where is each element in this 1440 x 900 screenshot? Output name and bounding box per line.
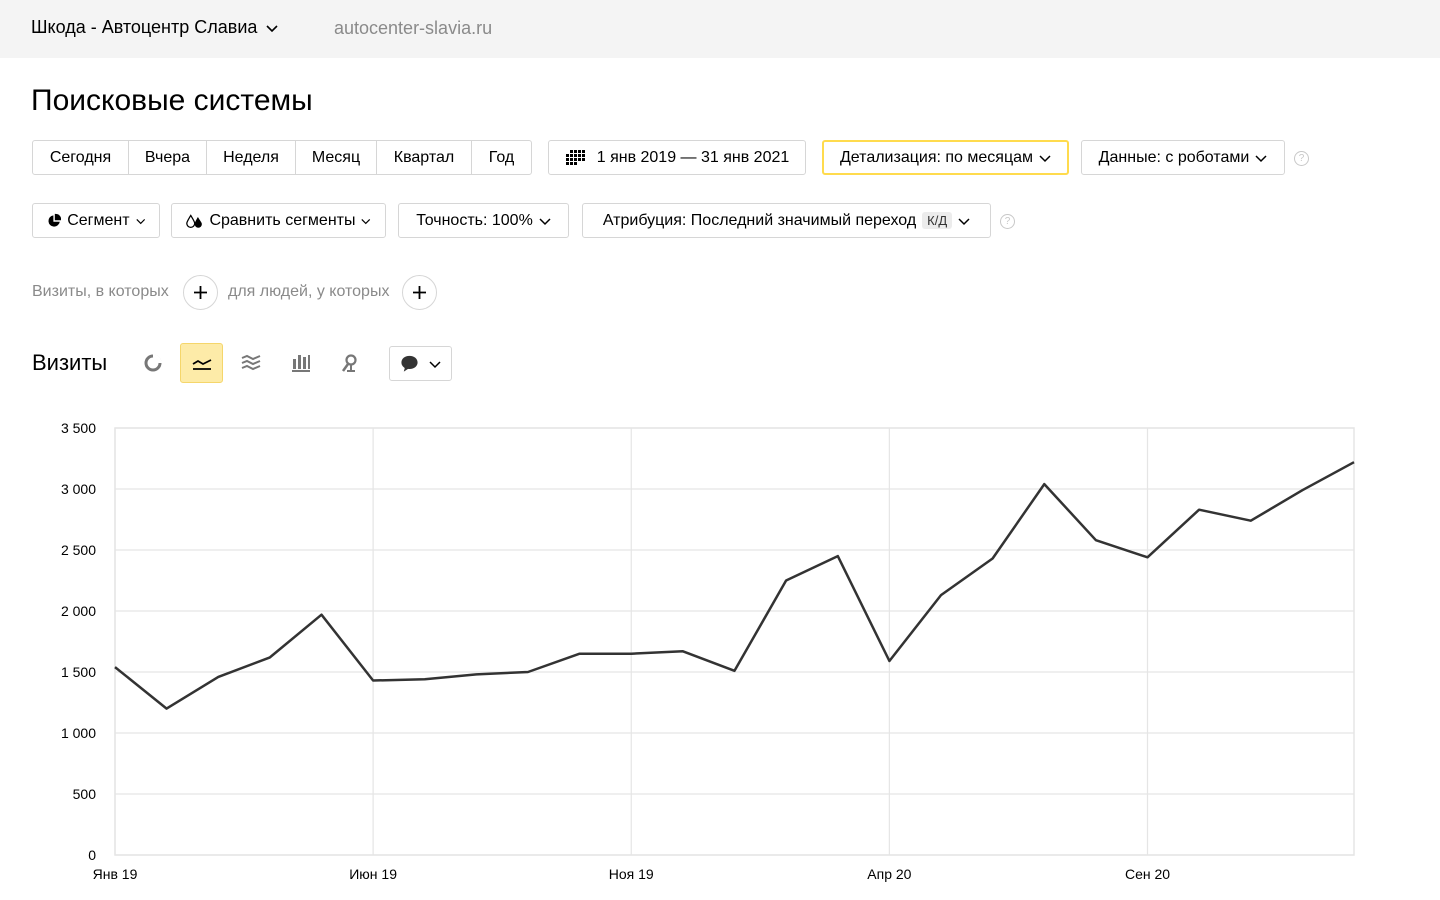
chart-grid [114, 427, 1355, 856]
comments-dropdown[interactable] [389, 346, 452, 381]
compare-label: Сравнить сегменты [209, 211, 356, 229]
period-month-button[interactable]: Месяц [296, 141, 377, 174]
counter-selector[interactable]: Шкода - Автоцентр Славиа [31, 17, 279, 38]
chevron-down-icon [361, 218, 371, 224]
x-tick-label: Сен 20 [1125, 866, 1170, 882]
chart-title: Визиты [32, 350, 108, 375]
attribution-badge: К/Д [922, 212, 953, 229]
area-chart-view-button[interactable] [229, 343, 272, 383]
x-tick-label: Янв 19 [93, 866, 138, 882]
visits-condition-label: Визиты, в которых [32, 283, 169, 300]
line-chart-view-button[interactable] [180, 343, 223, 383]
page-title: Поисковые системы [31, 84, 313, 117]
pie-chart-view-button[interactable] [131, 343, 174, 383]
period-selector: Сегодня Вчера Неделя Месяц Квартал Год [32, 140, 532, 175]
period-year-button[interactable]: Год [472, 141, 531, 174]
period-today-button[interactable]: Сегодня [33, 141, 129, 174]
date-range-label: 1 янв 2019 — 31 янв 2021 [596, 148, 790, 166]
add-people-condition-button[interactable] [402, 275, 437, 310]
compare-drops-icon [186, 213, 202, 228]
data-mode-dropdown[interactable]: Данные: с роботами [1081, 140, 1285, 175]
accuracy-label: Точность: 100% [416, 211, 533, 229]
line-chart-icon [192, 359, 211, 370]
segment-label: Сегмент [67, 211, 130, 229]
help-icon[interactable]: ? [1294, 151, 1309, 166]
pie-segment-icon [48, 213, 62, 227]
chevron-down-icon [266, 24, 278, 32]
compare-segments-dropdown[interactable]: Сравнить сегменты [171, 203, 386, 238]
y-tick-label: 3 000 [61, 481, 96, 497]
site-url: autocenter-slavia.ru [334, 18, 493, 38]
attribution-dropdown[interactable]: Атрибуция: Последний значимый переход К/… [582, 203, 991, 238]
y-tick-label: 1 500 [61, 664, 96, 680]
plus-icon [413, 286, 426, 299]
top-bar: Шкода - Автоцентр Славиа autocenter-slav… [0, 0, 1440, 58]
map-icon [341, 354, 357, 372]
attribution-label: Атрибуция: Последний значимый переход [602, 211, 917, 229]
map-view-button[interactable] [328, 343, 371, 383]
period-week-button[interactable]: Неделя [207, 141, 296, 174]
date-range-button[interactable]: 1 янв 2019 — 31 янв 2021 [548, 140, 806, 175]
x-axis-ticks: Янв 19 Июн 19 Ноя 19 Апр 20 Сен 20 [93, 866, 1171, 882]
add-visit-condition-button[interactable] [183, 275, 218, 310]
x-tick-label: Ноя 19 [609, 866, 654, 882]
counter-name: Шкода - Автоцентр Славиа [31, 17, 258, 37]
chevron-down-icon [958, 217, 970, 225]
y-axis-ticks: 0 500 1 000 1 500 2 000 2 500 3 000 3 500 [61, 420, 96, 863]
chevron-down-icon [1039, 154, 1051, 162]
y-tick-label: 2 500 [61, 542, 96, 558]
segment-dropdown[interactable]: Сегмент [32, 203, 160, 238]
y-tick-label: 0 [88, 847, 96, 863]
chevron-down-icon [135, 218, 145, 224]
y-tick-label: 3 500 [61, 420, 96, 436]
detail-dropdown[interactable]: Детализация: по месяцам [822, 140, 1069, 175]
y-tick-label: 1 000 [61, 725, 96, 741]
comment-icon [401, 355, 418, 372]
plot-frame [114, 427, 1355, 856]
bar-chart-view-button[interactable] [279, 343, 322, 383]
plus-icon [194, 286, 207, 299]
y-tick-label: 2 000 [61, 603, 96, 619]
help-icon[interactable]: ? [1000, 214, 1015, 229]
bar-chart-icon [291, 355, 310, 372]
calendar-icon [565, 149, 585, 165]
period-yesterday-button[interactable]: Вчера [129, 141, 207, 174]
period-quarter-button[interactable]: Квартал [377, 141, 472, 174]
chevron-down-icon [1255, 154, 1267, 162]
x-tick-label: Апр 20 [867, 866, 911, 882]
accuracy-dropdown[interactable]: Точность: 100% [398, 203, 569, 238]
area-chart-icon [241, 354, 260, 371]
x-tick-label: Июн 19 [349, 866, 397, 882]
chevron-down-icon [539, 217, 551, 225]
detail-label: Детализация: по месяцам [839, 148, 1034, 166]
data-mode-label: Данные: с роботами [1098, 148, 1250, 166]
pie-chart-icon [144, 354, 162, 372]
y-tick-label: 500 [73, 786, 97, 802]
visits-line-chart: 0 500 1 000 1 500 2 000 2 500 3 000 3 500 Янв 1… [61, 420, 1355, 882]
chevron-down-icon [429, 360, 441, 368]
people-condition-label: для людей, у которых [228, 283, 390, 300]
